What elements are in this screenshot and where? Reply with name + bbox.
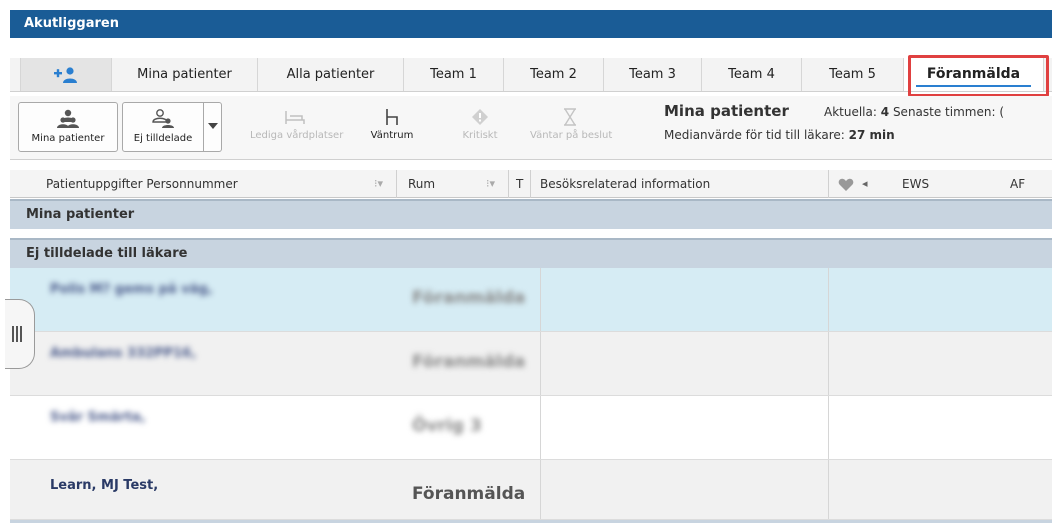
median-value: 27 min (848, 128, 895, 142)
cell-divider (828, 460, 829, 519)
cell-divider (540, 396, 541, 459)
summary-title: Mina patienter (664, 102, 789, 120)
patient-name: Svår Smärta, (50, 410, 146, 425)
room-value: Föranmälda (412, 352, 526, 372)
column-header-t[interactable]: T (516, 170, 523, 198)
column-divider (828, 170, 829, 198)
side-panel-toggle-handle[interactable] (5, 299, 35, 369)
cell-divider (828, 268, 829, 331)
column-header-room[interactable]: Rum (408, 170, 435, 198)
chevron-down-icon (208, 123, 218, 129)
chevron-left-icon[interactable]: ◂ (862, 170, 868, 198)
median-time: Medianvärde för tid till läkare: 27 min (664, 128, 895, 142)
tab-add-user[interactable] (20, 58, 112, 91)
app-title: Akutliggaren (24, 16, 119, 31)
column-header-row: Patientuppgifter Personnummer ⁝▾ Rum ⁝▾ … (10, 170, 1052, 198)
room-value: Föranmälda (412, 288, 526, 308)
cell-divider (828, 396, 829, 459)
group-header-mina-patienter: Mina patienter (10, 199, 1052, 229)
column-divider (530, 170, 531, 198)
cell-divider (540, 332, 541, 395)
room-value: Föranmälda (412, 484, 526, 504)
tab-alla-patienter[interactable]: Alla patienter (258, 58, 404, 91)
tab-mina-patienter[interactable]: Mina patienter (112, 58, 258, 91)
tab-team-2[interactable]: Team 2 (504, 58, 604, 91)
ej-tilldelade-button[interactable]: Ej tilldelade (122, 102, 204, 152)
column-header-patient[interactable]: Patientuppgifter Personnummer (46, 170, 238, 198)
column-divider (508, 170, 509, 198)
tab-bar: Mina patienter Alla patienter Team 1 Tea… (10, 58, 1052, 92)
summary-counts: Aktuella: 4 Senaste timmen: ( (824, 105, 1004, 119)
kritiskt-button[interactable]: Kritiskt (450, 102, 510, 152)
cell-divider (540, 268, 541, 331)
column-header-visit-info[interactable]: Besöksrelaterad information (540, 170, 710, 198)
hourglass-icon (564, 108, 576, 126)
grip-icon (12, 326, 14, 342)
users-icon (57, 109, 79, 128)
patient-summary: Mina patienter Aktuella: 4 Senaste timme… (664, 100, 1052, 156)
column-header-af[interactable]: AF (1010, 170, 1025, 198)
column-header-ews[interactable]: EWS (902, 170, 929, 198)
patient-name: Polis M? gems på väg, (50, 282, 213, 297)
tab-team-1[interactable]: Team 1 (404, 58, 504, 91)
tab-team-3[interactable]: Team 3 (604, 58, 702, 91)
critical-diamond-icon (472, 109, 488, 125)
column-divider (396, 170, 397, 198)
table-row[interactable]: Svår Smärta, Övrig 3 (10, 396, 1052, 460)
lediga-vardplatser-button[interactable]: Lediga vårdplatser (250, 102, 343, 152)
tab-team-5[interactable]: Team 5 (802, 58, 904, 91)
grip-icon (20, 326, 22, 342)
vantrum-button[interactable]: Väntrum (362, 102, 422, 152)
unassigned-users-icon (152, 109, 174, 128)
heart-icon (838, 178, 854, 191)
bed-icon (285, 111, 305, 124)
highlight-box (908, 55, 1049, 97)
cell-divider (540, 460, 541, 519)
room-value: Övrig 3 (412, 416, 482, 436)
table-bottom-border (10, 520, 1052, 523)
table-row[interactable]: Ambulans 332PP16, Föranmälda (10, 332, 1052, 396)
patient-name: Ambulans 332PP16, (50, 346, 197, 361)
current-count: 4 (880, 105, 890, 119)
grip-icon (16, 326, 18, 342)
tab-team-4[interactable]: Team 4 (702, 58, 802, 91)
chair-icon (386, 109, 398, 125)
app-titlebar: Akutliggaren (10, 10, 1052, 38)
group-header-ej-tilldelade: Ej tilldelade till läkare (10, 238, 1052, 268)
cell-divider (828, 332, 829, 395)
column-menu-icon[interactable]: ⁝▾ (374, 170, 383, 198)
ej-tilldelade-dropdown-button[interactable] (204, 102, 222, 152)
table-row[interactable]: Learn, MJ Test, Föranmälda (10, 460, 1052, 520)
mina-patienter-button[interactable]: Mina patienter (18, 102, 118, 152)
table-row[interactable]: Polis M? gems på väg, Föranmälda (10, 268, 1052, 332)
vantar-pa-beslut-button[interactable]: Väntar på beslut (530, 102, 612, 152)
patient-name: Learn, MJ Test, (50, 478, 159, 493)
add-user-icon (54, 67, 77, 83)
column-menu-icon[interactable]: ⁝▾ (486, 170, 495, 198)
